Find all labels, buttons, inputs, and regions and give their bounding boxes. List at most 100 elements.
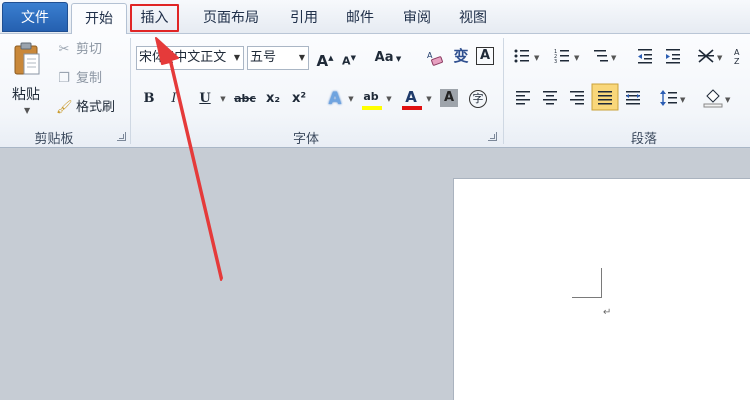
character-shading-button[interactable]: A [440, 89, 458, 107]
distributed-icon[interactable] [626, 91, 640, 105]
tab-review[interactable]: 审阅 [395, 3, 439, 34]
change-case-button[interactable]: Aa ▼ [374, 47, 402, 69]
eraser-icon: A [427, 51, 443, 66]
margin-corner-mark [601, 268, 602, 298]
margin-corner-mark [572, 297, 602, 298]
paste-label: 粘贴 [12, 87, 40, 103]
multilevel-list-icon[interactable]: ▼ [594, 50, 617, 62]
tab-insert[interactable]: 插入 [130, 4, 179, 32]
tab-page-layout[interactable]: 页面布局 [192, 3, 270, 34]
ribbon-home: 粘贴 ▼ ✂ 剪切 ❐ 复制 🖌 格式刷 剪贴板 宋体 (中文正文 ▼ 五号 ▼ A▲… [0, 34, 750, 148]
svg-text:▼: ▼ [725, 96, 731, 104]
grow-font-button[interactable]: A▲ [314, 47, 336, 70]
char-border-icon: A [479, 48, 491, 63]
font-color-dropdown-chevron-down-icon[interactable]: ▼ [424, 88, 434, 110]
superscript-button[interactable]: x² [288, 88, 310, 110]
font-size-dropdown[interactable]: 五号 ▼ [247, 46, 309, 70]
font-name-value: 宋体 (中文正文 [139, 50, 227, 65]
chevron-down-icon: ▼ [231, 47, 243, 69]
character-border-button[interactable]: A [476, 47, 494, 65]
scissors-icon: ✂ [58, 42, 70, 57]
svg-text:3: 3 [554, 59, 557, 65]
bullets-icon[interactable]: ▼ [514, 49, 541, 63]
ribbon-tab-bar: 文件 开始 插入 页面布局 引用 邮件 审阅 视图 [0, 0, 750, 35]
svg-text:A: A [734, 48, 740, 57]
sort-icon[interactable]: A Z [734, 48, 740, 66]
copy-button[interactable]: ❐ 复制 [56, 69, 102, 89]
cut-label: 剪切 [76, 42, 103, 57]
text-effects-dropdown-chevron-down-icon[interactable]: ▼ [346, 88, 356, 110]
font-group-label: 字体 [292, 132, 319, 147]
text-effects-button[interactable]: A [324, 88, 346, 110]
change-case-icon: Aa [374, 50, 394, 65]
font-dialog-launcher-icon[interactable] [488, 132, 497, 141]
superscript-icon: x² [291, 91, 307, 106]
tab-home[interactable]: 开始 [71, 3, 127, 35]
tab-mailings[interactable]: 邮件 [338, 3, 382, 34]
enclose-characters-button[interactable]: 字 [467, 88, 489, 110]
subscript-button[interactable]: x₂ [262, 88, 284, 110]
align-left-icon[interactable] [516, 91, 530, 105]
group-divider [130, 38, 131, 144]
group-divider [503, 38, 504, 144]
font-color-icon: A [405, 88, 417, 106]
font-color-button[interactable]: A [400, 86, 422, 108]
svg-text:▼: ▼ [574, 54, 580, 62]
highlighter-icon: ab [363, 90, 379, 103]
shrink-font-icon: A [342, 54, 351, 68]
highlight-color-button[interactable]: ab [360, 86, 382, 108]
format-painter-button[interactable]: 🖌 格式刷 [56, 98, 115, 118]
copy-label: 复制 [76, 71, 103, 86]
increase-indent-icon[interactable] [666, 49, 680, 64]
paintbrush-icon: 🖌 [56, 100, 73, 115]
text-effects-icon: A [328, 89, 342, 109]
clipboard-group-label: 剪贴板 [34, 132, 74, 147]
svg-text:▼: ▼ [534, 54, 540, 62]
font-color-swatch [402, 106, 422, 110]
highlight-dropdown-chevron-down-icon[interactable]: ▼ [384, 88, 394, 110]
chevron-down-icon[interactable]: ▼ [24, 106, 30, 115]
svg-text:▼: ▼ [717, 54, 723, 62]
tab-view[interactable]: 视图 [451, 3, 495, 34]
justify-icon[interactable] [591, 83, 619, 111]
line-spacing-icon[interactable]: ▼ [660, 90, 686, 106]
underline-icon: U [199, 91, 211, 106]
italic-button[interactable]: I [163, 88, 185, 110]
numbering-icon[interactable]: 1 2 3 ▼ [554, 49, 580, 65]
tab-references[interactable]: 引用 [282, 3, 326, 34]
paragraph-tools: ▼ 1 2 3 ▼ ▼ ▼ A Z ▼ ▼ [514, 48, 740, 111]
paste-button[interactable]: 粘贴 ▼ [6, 40, 50, 124]
decrease-indent-icon[interactable] [638, 49, 652, 64]
subscript-icon: x₂ [265, 91, 281, 106]
svg-text:A: A [427, 51, 433, 60]
cut-button[interactable]: ✂ 剪切 [56, 40, 102, 60]
align-center-icon[interactable] [543, 91, 557, 105]
clipboard-icon [14, 42, 40, 75]
clipboard-dialog-launcher-icon[interactable] [117, 132, 126, 141]
underline-dropdown-chevron-down-icon[interactable]: ▼ [218, 88, 228, 110]
italic-icon: I [171, 91, 177, 106]
shading-bucket-icon[interactable]: ▼ [703, 89, 731, 108]
format-painter-label: 格式刷 [76, 100, 116, 115]
strikethrough-icon: abc [234, 92, 256, 105]
chevron-down-icon: ▼ [296, 47, 308, 69]
char-shading-icon: A [443, 90, 455, 105]
clear-formatting-button[interactable]: A [424, 47, 446, 69]
svg-text:▼: ▼ [680, 96, 686, 104]
shrink-font-button[interactable]: A▼ [338, 47, 360, 69]
font-size-value: 五号 [250, 50, 277, 65]
tab-file[interactable]: 文件 [2, 2, 68, 32]
font-name-dropdown[interactable]: 宋体 (中文正文 ▼ [136, 46, 244, 70]
underline-button[interactable]: U [194, 88, 216, 110]
chinese-layout-icon[interactable]: ▼ [698, 49, 723, 63]
enclose-icon: 字 [469, 90, 487, 108]
paragraph-group-label: 段落 [630, 132, 657, 147]
strikethrough-button[interactable]: abc [232, 88, 258, 110]
bold-icon: B [143, 91, 155, 106]
grow-font-icon: A [316, 52, 329, 70]
bold-button[interactable]: B [138, 88, 160, 110]
phonetic-guide-button[interactable]: 变 [450, 45, 472, 67]
svg-text:▼: ▼ [611, 54, 617, 62]
paragraph-mark-icon: ↵ [603, 307, 612, 318]
align-right-icon[interactable] [570, 91, 584, 105]
